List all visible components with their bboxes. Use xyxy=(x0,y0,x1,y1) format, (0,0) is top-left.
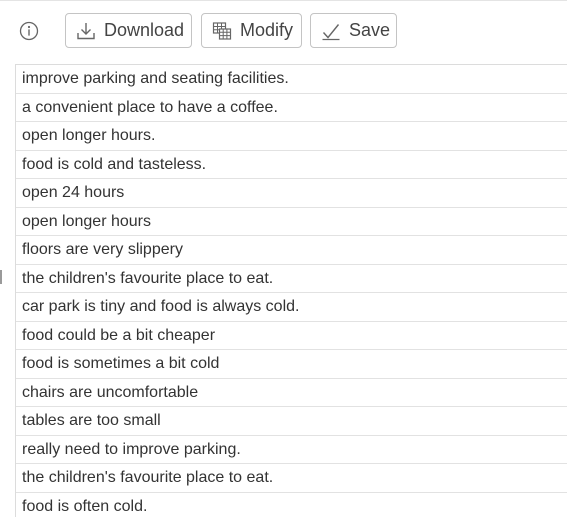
list-item[interactable]: really need to improve parking. xyxy=(16,436,567,464)
list-item[interactable]: a convenient place to have a coffee. xyxy=(16,94,567,122)
checkmark-icon xyxy=(320,20,342,42)
save-button-label: Save xyxy=(349,20,391,40)
list-item[interactable]: car park is tiny and food is always cold… xyxy=(16,293,567,322)
list-item[interactable]: food is often cold. xyxy=(16,493,567,517)
list-item[interactable]: the children's favourite place to eat. xyxy=(16,265,567,293)
toolbar: Download Modify Save xyxy=(0,0,567,63)
list-item[interactable]: food is cold and tasteless. xyxy=(16,151,567,179)
download-button-label: Download xyxy=(104,20,185,40)
save-button[interactable]: Save xyxy=(310,13,397,48)
list-item[interactable]: open longer hours xyxy=(16,208,567,236)
download-icon xyxy=(75,20,97,42)
download-button[interactable]: Download xyxy=(65,13,192,48)
list-item[interactable]: food could be a bit cheaper xyxy=(16,322,567,350)
modify-button[interactable]: Modify xyxy=(201,13,302,48)
modify-button-label: Modify xyxy=(240,20,294,40)
list-item[interactable]: open 24 hours xyxy=(16,179,567,208)
responses-list: improve parking and seating facilities. … xyxy=(16,65,567,517)
list-item[interactable]: chairs are uncomfortable xyxy=(16,379,567,407)
list-item[interactable]: tables are too small xyxy=(16,407,567,436)
list-item[interactable]: floors are very slippery xyxy=(16,236,567,265)
response-viewer: Download Modify Save improve parking and… xyxy=(0,0,567,517)
list-item[interactable]: food is sometimes a bit cold xyxy=(16,350,567,379)
responses-list-panel[interactable]: improve parking and seating facilities. … xyxy=(15,64,567,517)
table-edit-icon xyxy=(211,20,233,42)
top-divider xyxy=(0,0,567,1)
info-icon[interactable] xyxy=(19,21,39,41)
list-item[interactable]: open longer hours. xyxy=(16,122,567,151)
row-indicator xyxy=(0,270,2,284)
list-item[interactable]: improve parking and seating facilities. xyxy=(16,65,567,94)
list-item[interactable]: the children's favourite place to eat. xyxy=(16,464,567,493)
